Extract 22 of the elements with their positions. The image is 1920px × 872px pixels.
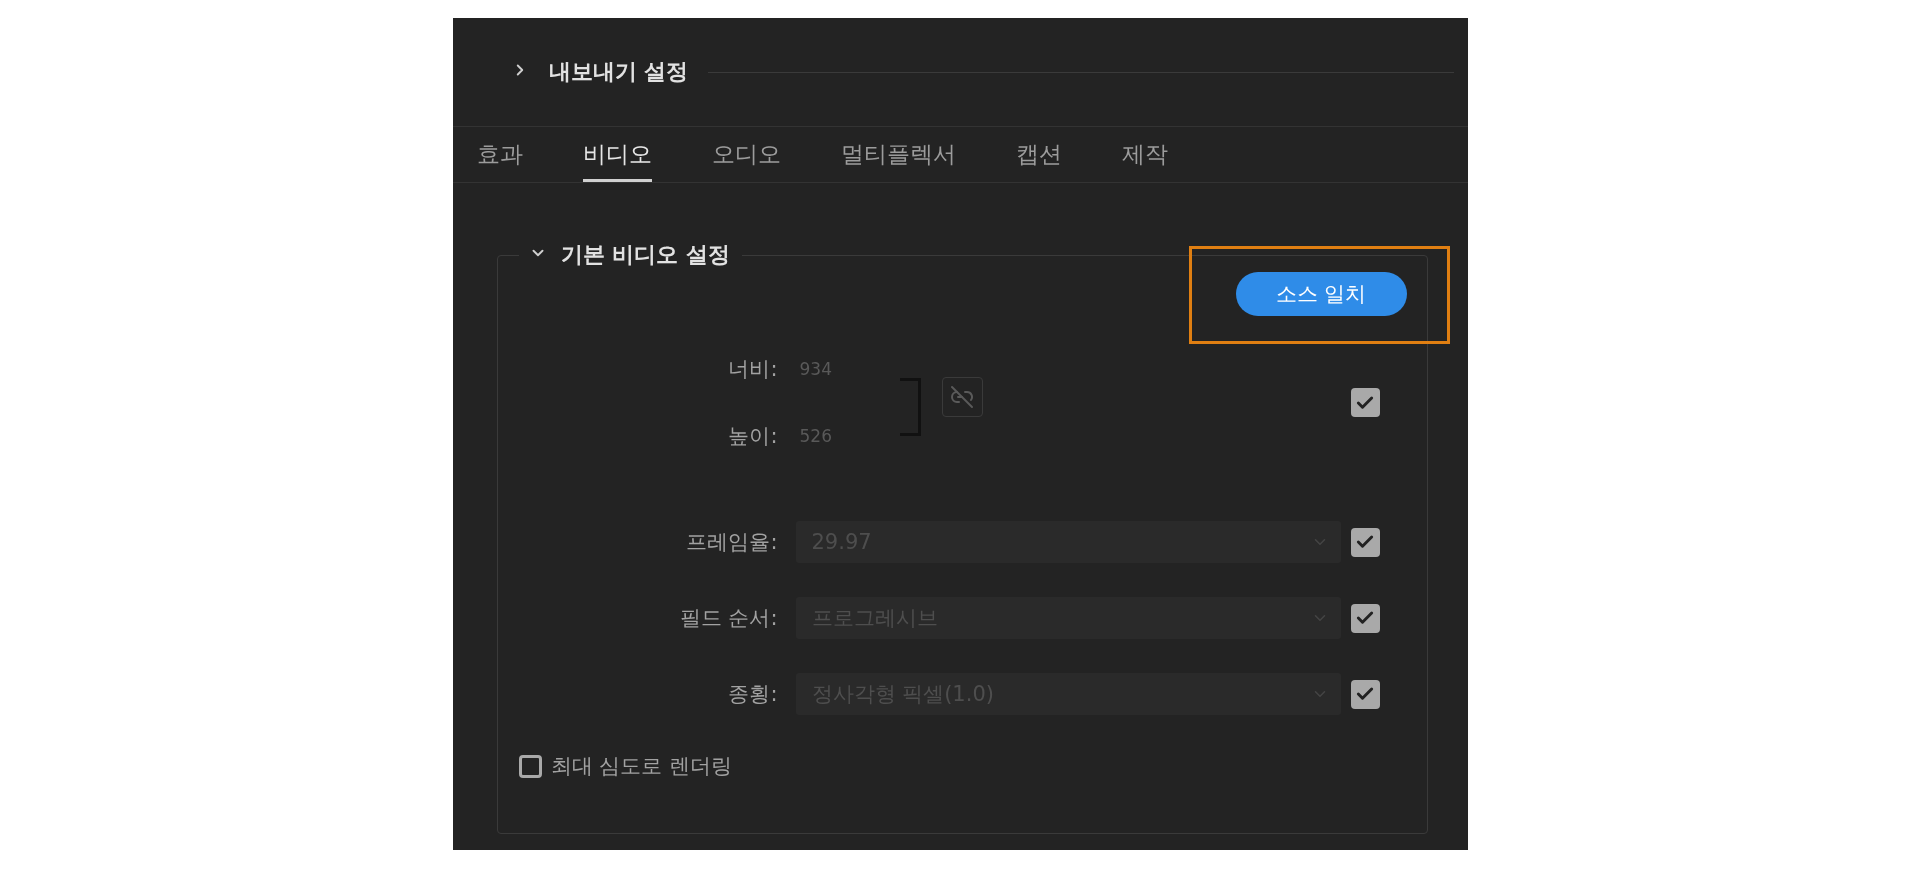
checkbox[interactable] — [1350, 603, 1380, 633]
field-label: 높이: — [728, 423, 778, 450]
tab[interactable]: 효과 — [476, 127, 523, 182]
tab[interactable]: 비디오 — [582, 127, 652, 182]
match-source-button[interactable]: 소스 일치 — [1235, 272, 1407, 316]
field-label: 너비: — [728, 356, 778, 383]
checkbox-label: 최대 심도로 렌더링 — [550, 753, 732, 780]
checkbox[interactable] — [1350, 388, 1380, 417]
section-title: 내보내기 설정 — [548, 58, 689, 86]
field-label: 필드 순서: — [678, 605, 779, 632]
tab[interactable]: 캡션 — [1015, 127, 1062, 182]
link-toggle-button[interactable] — [941, 376, 983, 417]
tab[interactable]: 멀티플렉서 — [840, 127, 956, 182]
tab[interactable]: 제작 — [1121, 127, 1168, 182]
broken-link-icon — [950, 384, 974, 409]
tab[interactable]: 오디오 — [711, 127, 781, 182]
checkbox[interactable] — [1350, 527, 1380, 557]
field-label: 종횡: — [727, 681, 779, 708]
checkbox[interactable] — [518, 754, 542, 778]
field-label: 프레임율: — [685, 529, 779, 556]
group-title: 기본 비디오 설정 — [560, 241, 730, 269]
checkbox[interactable] — [1350, 679, 1380, 709]
